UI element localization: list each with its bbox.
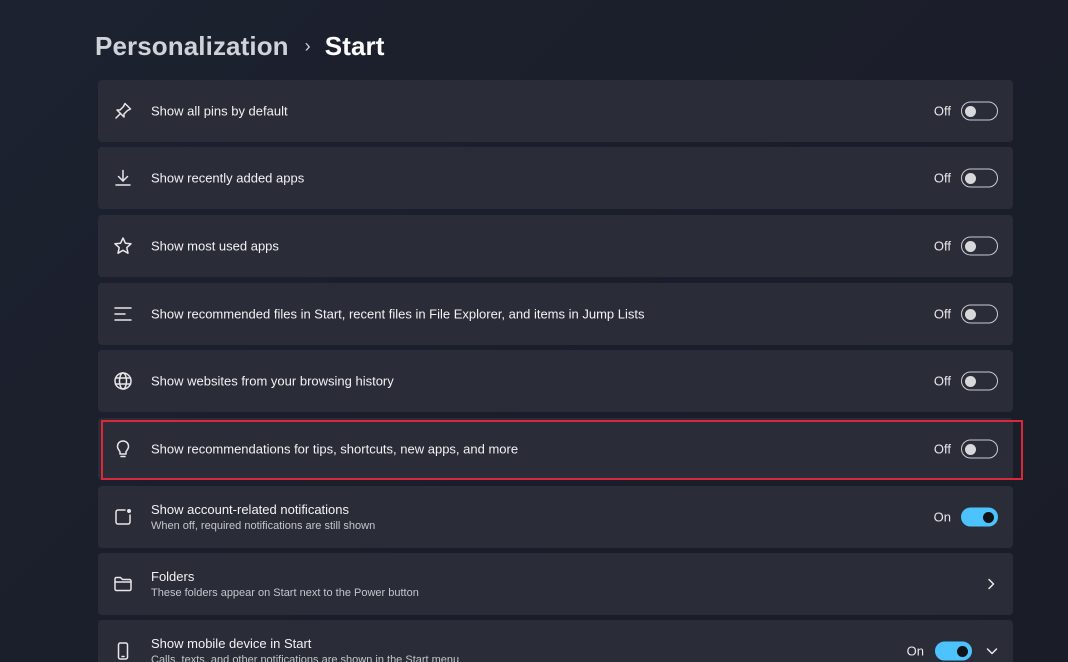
toggle-state-label: Off (933, 170, 951, 186)
setting-description: Calls, texts, and other notifications ar… (151, 654, 460, 662)
setting-row-most-used: Show most used apps Off (98, 215, 1013, 277)
toggle-state-label: On (906, 643, 924, 659)
toggle-knob (965, 308, 976, 320)
setting-row-recently-added: Show recently added apps Off (98, 147, 1013, 209)
setting-label: Folders (151, 569, 195, 584)
breadcrumb: Personalization › Start (95, 28, 385, 64)
toggle-state-label: Off (933, 373, 951, 389)
setting-row-folders[interactable]: Folders These folders appear on Start ne… (98, 553, 1013, 615)
breadcrumb-personalization-link[interactable]: Personalization (95, 31, 289, 62)
setting-label: Show recommended files in Start, recent … (151, 306, 645, 322)
notification-icon (112, 506, 134, 528)
toggle-state-label: Off (933, 441, 951, 457)
setting-label: Show recently added apps (151, 170, 305, 186)
lightbulb-icon (112, 438, 134, 460)
setting-row-recommended-files: Show recommended files in Start, recent … (98, 283, 1013, 345)
toggle-knob (965, 172, 976, 184)
toggle-state-label: On (933, 509, 951, 525)
setting-label: Show all pins by default (151, 103, 288, 119)
setting-description: When off, required notifications are sti… (151, 520, 376, 532)
recommendations-tips-toggle[interactable] (961, 439, 998, 459)
setting-label: Show websites from your browsing history (151, 373, 394, 389)
websites-toggle[interactable] (961, 371, 998, 391)
chevron-right-icon[interactable] (984, 577, 998, 591)
setting-row-account-notifications: Show account-related notifications When … (98, 486, 1013, 548)
folder-icon (112, 573, 134, 595)
setting-row-mobile-device: Show mobile device in Start Calls, texts… (98, 620, 1013, 662)
mobile-device-toggle[interactable] (935, 641, 972, 661)
list-icon (112, 303, 134, 325)
recently-added-toggle[interactable] (961, 168, 998, 188)
setting-label: Show most used apps (151, 238, 279, 254)
toggle-knob (965, 105, 976, 117)
phone-icon (112, 640, 134, 662)
show-all-pins-toggle[interactable] (961, 101, 998, 121)
setting-row-recommendations-tips: Show recommendations for tips, shortcuts… (98, 418, 1013, 480)
setting-label: Show recommendations for tips, shortcuts… (151, 441, 519, 457)
toggle-state-label: Off (933, 306, 951, 322)
account-notifications-toggle[interactable] (961, 507, 998, 527)
recommended-files-toggle[interactable] (961, 304, 998, 324)
toggle-state-label: Off (933, 238, 951, 254)
toggle-knob (965, 240, 976, 252)
setting-row-websites: Show websites from your browsing history… (98, 350, 1013, 412)
setting-row-show-all-pins: Show all pins by default Off (98, 80, 1013, 142)
setting-label: Show account-related notifications (151, 502, 350, 517)
chevron-down-icon[interactable] (985, 644, 999, 658)
toggle-knob (957, 645, 968, 657)
star-icon (112, 235, 134, 257)
toggle-state-label: Off (933, 103, 951, 119)
toggle-knob (983, 511, 994, 523)
breadcrumb-separator-icon: › (304, 35, 311, 56)
toggle-knob (965, 375, 976, 387)
setting-description: These folders appear on Start next to th… (151, 587, 419, 599)
pin-icon (112, 100, 134, 122)
most-used-toggle[interactable] (961, 236, 998, 256)
toggle-knob (965, 443, 976, 455)
page-title: Start (324, 30, 385, 61)
download-icon (112, 167, 134, 189)
setting-label: Show mobile device in Start (151, 636, 312, 651)
globe-icon (112, 370, 134, 392)
